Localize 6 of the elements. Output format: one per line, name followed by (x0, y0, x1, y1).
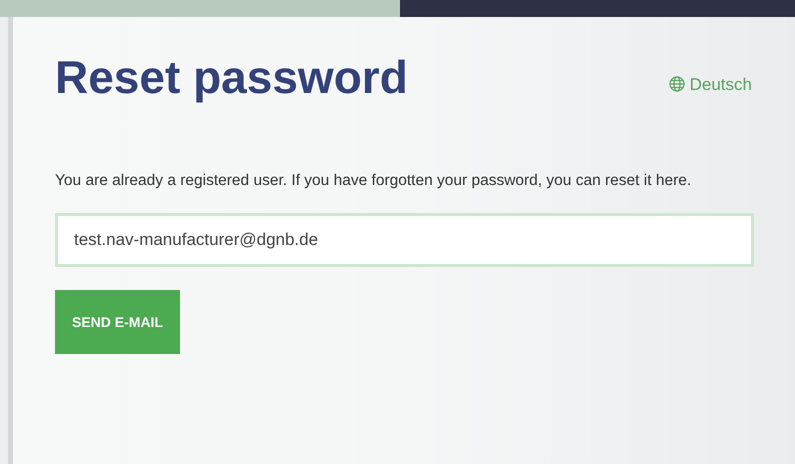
language-link[interactable]: Deutsch (668, 72, 752, 97)
globe-icon (668, 76, 685, 92)
send-email-button[interactable]: SEND E-MAIL (55, 290, 180, 354)
email-field[interactable]: test.nav-manufacturer@dgnb.de (55, 213, 754, 267)
page-title: Reset password (55, 50, 408, 105)
description-text: You are already a registered user. If you have forgotten your password, you can reset it here. (55, 171, 692, 191)
